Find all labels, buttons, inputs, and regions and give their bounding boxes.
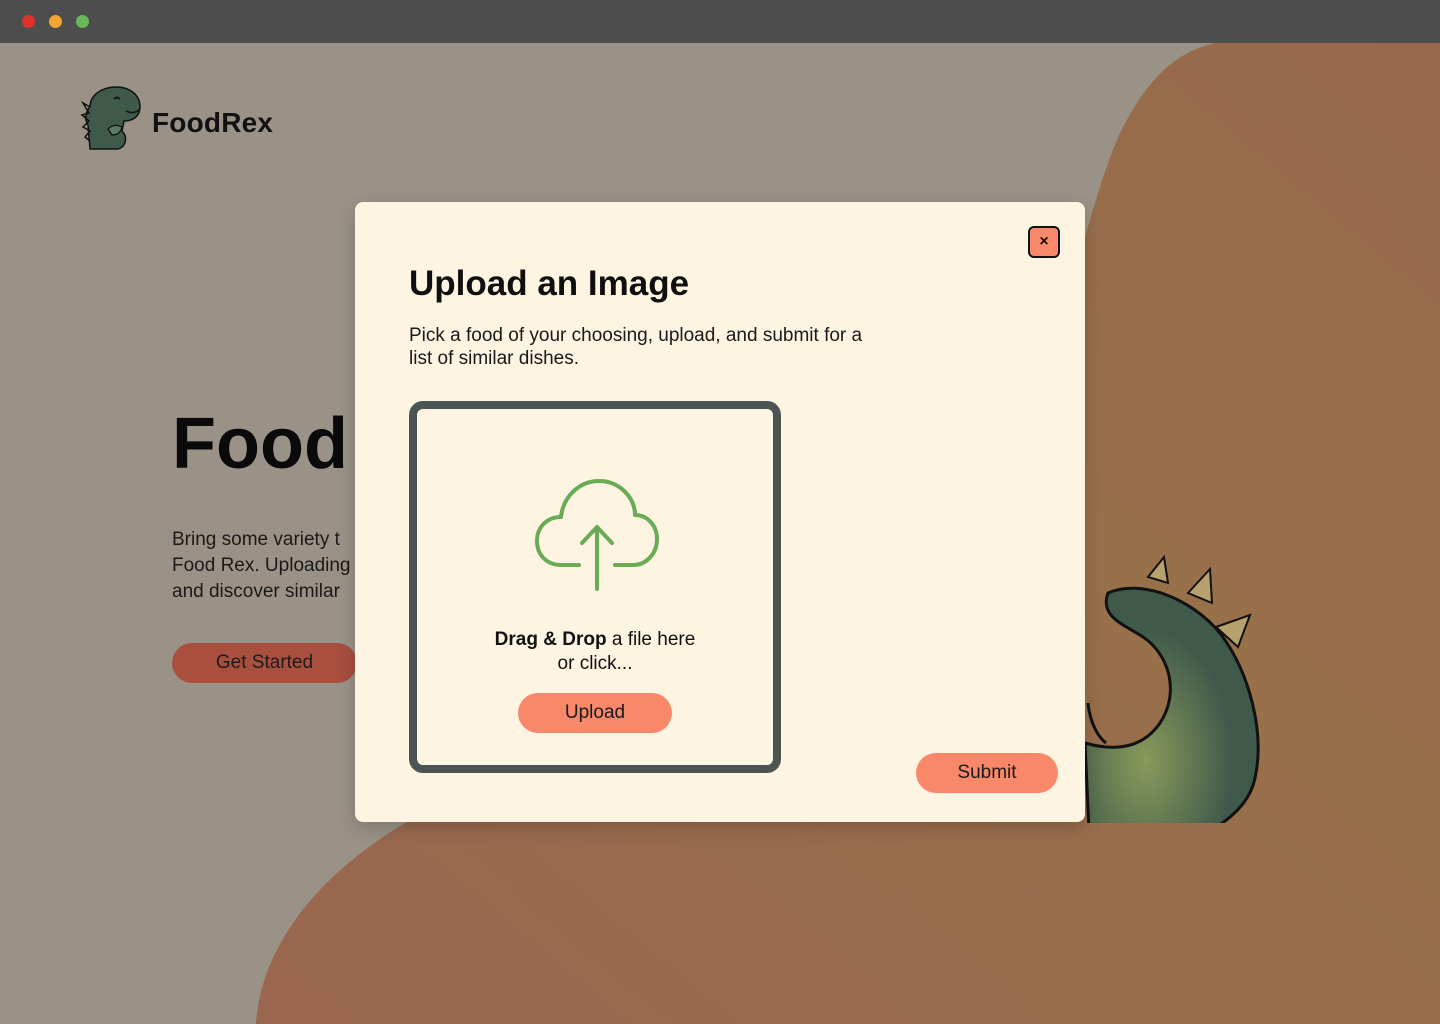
upload-button[interactable]: Upload [518, 693, 672, 733]
modal-title: Upload an Image [409, 264, 690, 303]
submit-button[interactable]: Submit [916, 753, 1058, 793]
dinosaur-tail-illustration [1083, 554, 1260, 823]
dropzone-instructions: Drag & Drop a file here [417, 629, 773, 651]
get-started-button[interactable]: Get Started [172, 643, 357, 683]
cloud-upload-icon [535, 479, 659, 591]
modal-description: Pick a food of your choosing, upload, an… [409, 325, 863, 369]
foodrex-logo-icon [80, 86, 141, 150]
hero-title: Food [172, 404, 348, 484]
brand-name[interactable]: FoodRex [152, 107, 273, 139]
file-dropzone[interactable]: Drag & Drop a file here or click... Uplo… [409, 401, 781, 773]
window-maximize-button[interactable] [76, 15, 89, 28]
window-close-button[interactable] [22, 15, 35, 28]
close-icon: × [1039, 233, 1049, 250]
drag-drop-label: Drag & Drop [494, 629, 607, 650]
upload-modal: × Upload an Image Pick a food of your ch… [355, 202, 1085, 822]
window-minimize-button[interactable] [49, 15, 62, 28]
drop-file-label: a file here [606, 629, 696, 650]
window-titlebar [0, 0, 1440, 43]
close-modal-button[interactable]: × [1028, 226, 1060, 258]
click-instructions: or click... [557, 653, 633, 674]
